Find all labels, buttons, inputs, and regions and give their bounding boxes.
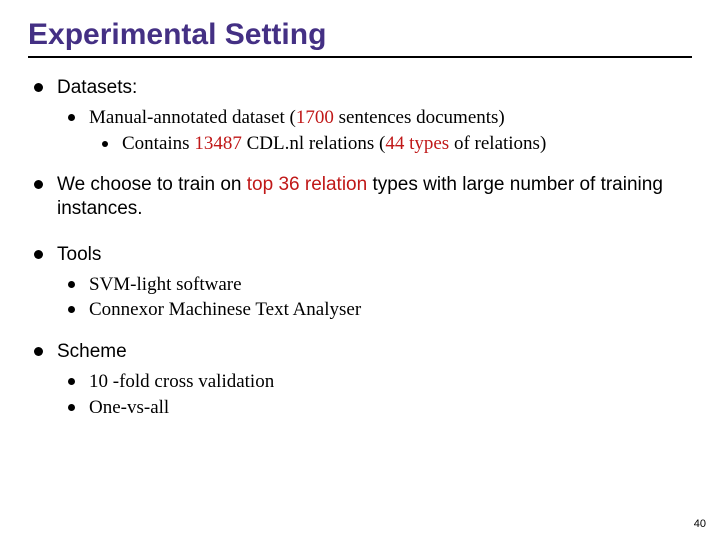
bullet-icon	[68, 378, 75, 385]
text-fragment: of relations)	[449, 133, 546, 154]
list-item-text: Manual-annotated dataset (1700 sentences…	[89, 106, 505, 130]
bullet-icon	[68, 306, 75, 313]
number-highlight: top 36 relation	[247, 174, 367, 195]
bullet-icon	[34, 180, 43, 189]
list-item: Manual-annotated dataset (1700 sentences…	[68, 106, 692, 130]
bullet-icon	[68, 281, 75, 288]
bullet-icon	[34, 347, 43, 356]
text-fragment: CDL.nl relations (	[242, 133, 386, 154]
slide: Experimental Setting Datasets: Manual-an…	[0, 0, 720, 540]
text-fragment: sentences documents)	[334, 107, 505, 128]
list-item-text: SVM-light software	[89, 273, 242, 297]
section-heading: Datasets:	[57, 76, 137, 100]
section-datasets: Datasets:	[34, 76, 692, 100]
content-body: Datasets: Manual-annotated dataset (1700…	[28, 76, 692, 419]
list-item: Contains 13487 CDL.nl relations (44 type…	[102, 132, 692, 156]
list-item: 10 -fold cross validation	[68, 370, 692, 394]
bullet-icon	[68, 404, 75, 411]
bullet-icon	[34, 83, 43, 92]
list-item: One-vs-all	[68, 396, 692, 420]
bullet-icon	[34, 250, 43, 259]
section-scheme: Scheme	[34, 340, 692, 364]
bullet-icon	[102, 141, 108, 147]
text-fragment: We choose to train on	[57, 174, 247, 195]
text-fragment: Manual-annotated dataset (	[89, 107, 296, 128]
section-training-choice: We choose to train on top 36 relation ty…	[34, 173, 692, 221]
text-fragment: Contains	[122, 133, 194, 154]
title-divider	[28, 56, 692, 58]
list-item: Connexor Machinese Text Analyser	[68, 298, 692, 322]
section-heading: Scheme	[57, 340, 127, 364]
list-item-text: We choose to train on top 36 relation ty…	[57, 173, 692, 221]
section-heading: Tools	[57, 243, 101, 267]
number-highlight: 13487	[194, 133, 242, 154]
list-item-text: Connexor Machinese Text Analyser	[89, 298, 361, 322]
number-highlight: 1700	[296, 107, 334, 128]
list-item-text: Contains 13487 CDL.nl relations (44 type…	[122, 132, 546, 156]
number-highlight: 44 types	[385, 133, 449, 154]
list-item: SVM-light software	[68, 273, 692, 297]
slide-title: Experimental Setting	[28, 18, 692, 52]
list-item-text: 10 -fold cross validation	[89, 370, 274, 394]
page-number: 40	[694, 518, 706, 530]
section-tools: Tools	[34, 243, 692, 267]
bullet-icon	[68, 114, 75, 121]
list-item-text: One-vs-all	[89, 396, 169, 420]
